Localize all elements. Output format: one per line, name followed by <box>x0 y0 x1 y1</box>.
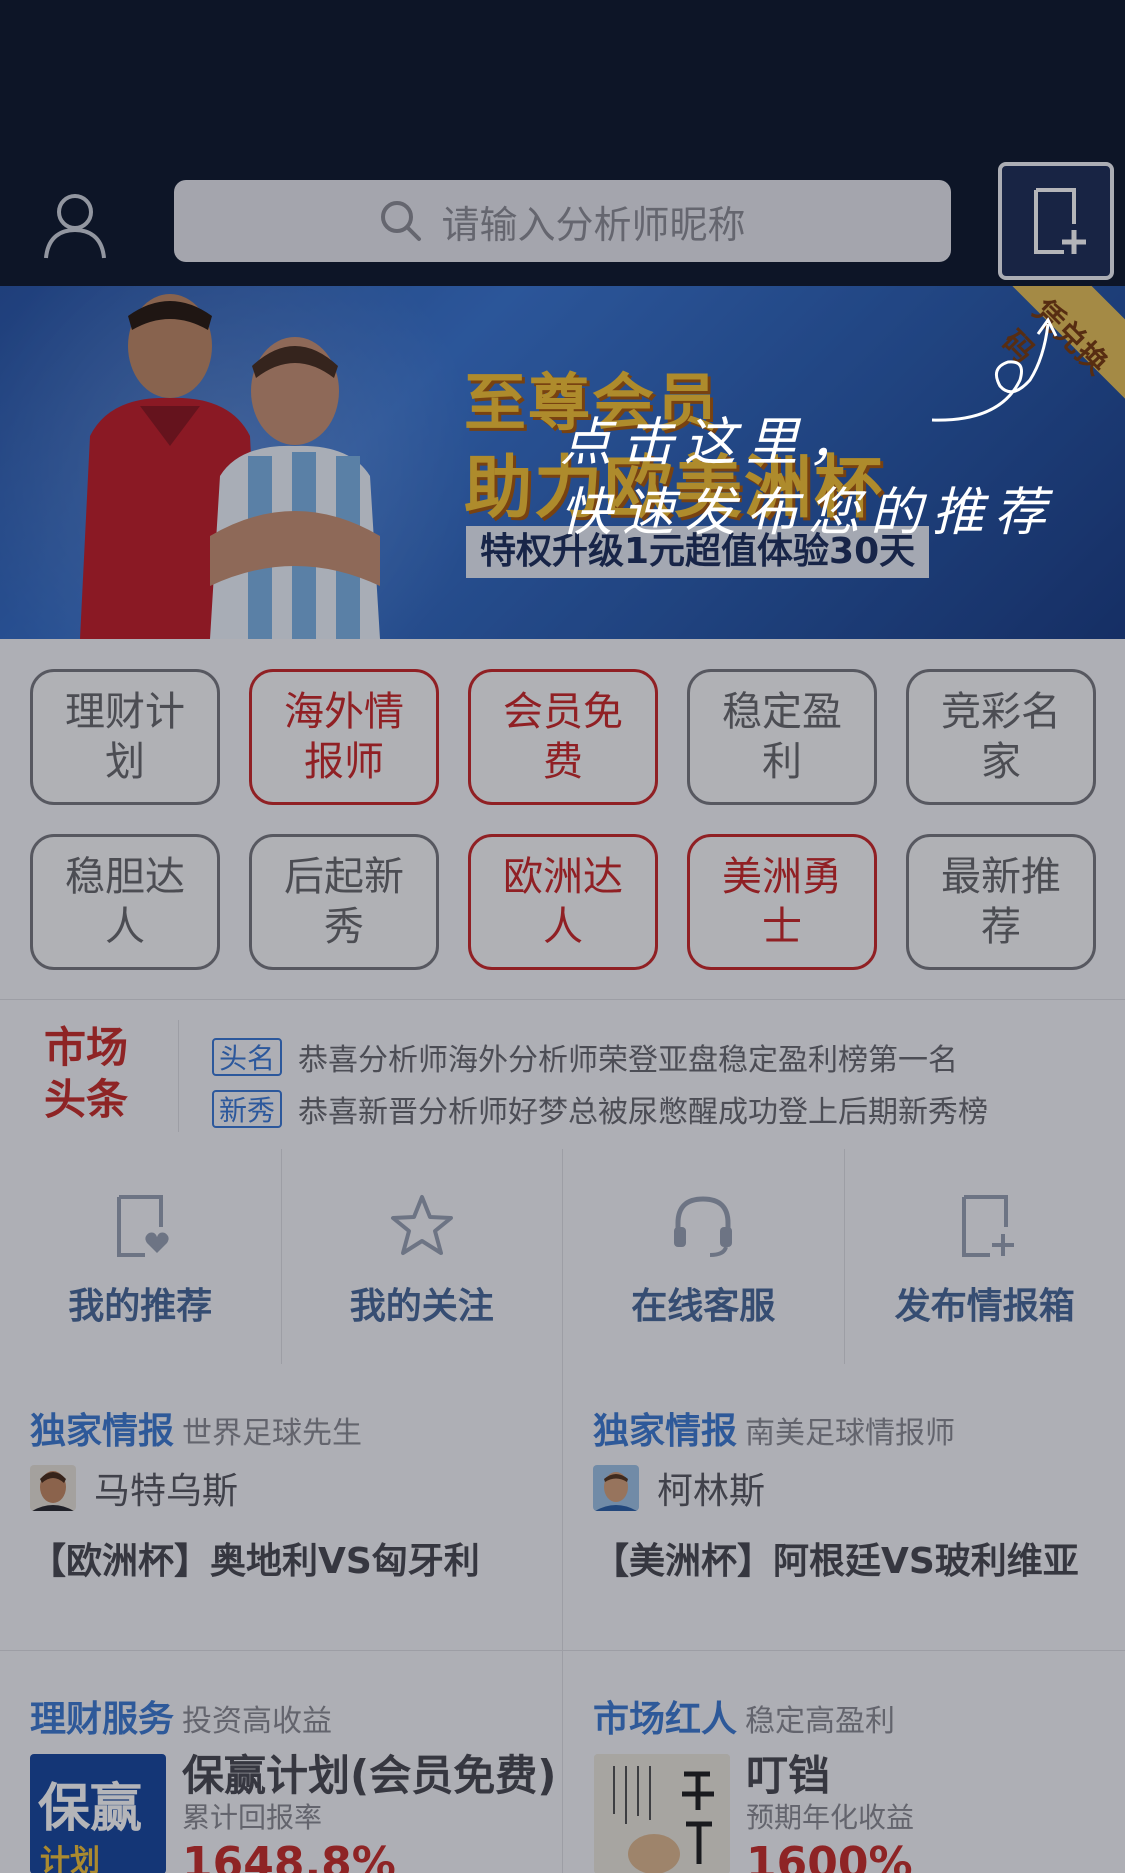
analyst-metric-label: 预期年化收益 <box>746 1801 915 1834</box>
guide-arrow-icon <box>931 317 1058 422</box>
quick-label: 我的关注 <box>349 1286 494 1327</box>
category-wealth-plan[interactable]: 理财计划 <box>30 669 220 805</box>
category-label: 最新推荐 <box>941 854 1061 950</box>
card-header: 理财服务 投资高收益 <box>30 1690 332 1742</box>
card-subtitle: 投资高收益 <box>182 1704 333 1739</box>
card-header: 市场红人 稳定高盈利 <box>593 1690 895 1742</box>
thumbnail-subtext: 计划 <box>40 1844 100 1873</box>
headline-item[interactable]: 头名 恭喜分析师海外分析师荣登亚盘稳定盈利榜第一名 <box>212 1035 958 1079</box>
category-label: 海外情报师 <box>284 689 404 785</box>
star-icon <box>390 1195 453 1255</box>
card-subtitle: 南美足球情报师 <box>745 1416 956 1451</box>
top-bar: 请输入分析师昵称 <box>0 150 1125 286</box>
analyst-metric-value: 1600% <box>746 1838 913 1873</box>
category-lottery-experts[interactable]: 竞彩名家 <box>906 669 1096 805</box>
player-illustration <box>80 294 380 639</box>
status-bar <box>0 0 1125 150</box>
card-title: 【美洲杯】阿根廷VS玻利维亚 <box>593 1541 1079 1582</box>
category-label: 稳胆达人 <box>65 854 185 950</box>
headline-item[interactable]: 新秀 恭喜新晋分析师好梦总被尿憋醒成功登上后期新秀榜 <box>212 1087 988 1131</box>
category-overseas-analyst[interactable]: 海外情报师 <box>249 669 439 805</box>
category-member-free[interactable]: 会员免费 <box>468 669 658 805</box>
my-follows-button[interactable]: 我的关注 <box>282 1149 563 1364</box>
category-label: 后起新秀 <box>284 854 404 950</box>
category-rising-stars[interactable]: 后起新秀 <box>249 834 439 970</box>
thumbnail-text: 保赢 <box>38 1779 143 1839</box>
doc-plus-icon <box>961 1195 1014 1257</box>
card-author: 柯林斯 <box>593 1462 765 1514</box>
headline-text: 恭喜新晋分析师好梦总被尿憋醒成功登上后期新秀榜 <box>298 1095 988 1130</box>
avatar <box>593 1465 639 1511</box>
category-label: 竞彩名家 <box>941 689 1061 785</box>
doc-heart-icon <box>117 1195 169 1257</box>
category-label: 会员免费 <box>503 689 623 785</box>
card-kind: 独家情报 <box>593 1411 738 1452</box>
category-label: 稳定盈利 <box>722 689 842 785</box>
category-americas-warriors[interactable]: 美洲勇士 <box>687 834 877 970</box>
category-steady-profit[interactable]: 稳定盈利 <box>687 669 877 805</box>
guide-text-line1: 点击这里， <box>560 413 871 473</box>
search-icon <box>381 201 422 241</box>
divider <box>178 1020 179 1132</box>
headline-tag: 头名 <box>212 1038 282 1076</box>
category-grid: 理财计划 海外情报师 会员免费 稳定盈利 竞彩名家 稳胆达人 后起新秀 欧洲达人… <box>0 639 1125 999</box>
search-input[interactable]: 请输入分析师昵称 <box>174 180 951 262</box>
plan-metric-value: 1648.8% <box>182 1838 396 1873</box>
category-europe-experts[interactable]: 欧洲达人 <box>468 834 658 970</box>
plan-metric-label: 累计回报率 <box>182 1801 323 1834</box>
market-headlines: 市场头条 头名 恭喜分析师海外分析师荣登亚盘稳定盈利榜第一名 新秀 恭喜新晋分析… <box>0 999 1125 1151</box>
category-latest-picks[interactable]: 最新推荐 <box>906 834 1096 970</box>
user-icon <box>44 194 106 259</box>
online-support-button[interactable]: 在线客服 <box>563 1149 845 1364</box>
quick-label: 发布情报箱 <box>894 1286 1075 1327</box>
user-profile-button[interactable] <box>40 190 110 260</box>
card-kind: 市场红人 <box>593 1699 738 1740</box>
analyst-thumbnail <box>594 1754 730 1873</box>
category-label: 欧洲达人 <box>503 854 623 950</box>
recommendation-cards: 独家情报 世界足球先生 马特乌斯 【欧洲杯】奥地利VS匈牙利 独家情报 南美足球情报… <box>0 1364 1125 1873</box>
headline-tag: 新秀 <box>212 1090 282 1128</box>
headline-text: 恭喜分析师海外分析师荣登亚盘稳定盈利榜第一名 <box>298 1043 958 1078</box>
plan-name: 保赢计划(会员免费) <box>182 1751 557 1800</box>
author-name: 柯林斯 <box>657 1471 766 1512</box>
category-safe-bet[interactable]: 稳胆达人 <box>30 834 220 970</box>
card-kind: 理财服务 <box>30 1699 175 1740</box>
intel-card[interactable]: 独家情报 南美足球情报师 柯林斯 【美洲杯】阿根廷VS玻利维亚 <box>563 1364 1125 1650</box>
publish-button[interactable] <box>998 162 1114 280</box>
publish-intel-button[interactable]: 发布情报箱 <box>845 1149 1125 1364</box>
quick-label: 在线客服 <box>631 1286 776 1327</box>
quick-actions: 我的推荐 我的关注 在线客服 发布情报箱 <box>0 1149 1125 1365</box>
quick-label: 我的推荐 <box>68 1286 213 1327</box>
headlines-title: 市场头条 <box>44 1023 129 1124</box>
category-label: 理财计划 <box>65 689 185 785</box>
guide-text-line2: 快速发布您的推荐 <box>560 483 1057 543</box>
search-placeholder: 请输入分析师昵称 <box>441 202 746 247</box>
category-label: 美洲勇士 <box>722 854 842 950</box>
card-header: 独家情报 南美足球情报师 <box>593 1402 955 1454</box>
doc-plus-icon <box>1034 188 1086 254</box>
my-recommendations-button[interactable]: 我的推荐 <box>0 1149 282 1364</box>
plan-thumbnail: 保赢 计划 <box>30 1754 166 1873</box>
analyst-name: 叮铛 <box>746 1751 831 1800</box>
app-screen: 请输入分析师昵称 至尊会员 助力欧美洲杯 特权升级1元超值体验30天 凭兑换码 … <box>0 0 1125 1873</box>
headset-icon <box>674 1196 733 1257</box>
card-subtitle: 稳定高盈利 <box>745 1704 896 1739</box>
